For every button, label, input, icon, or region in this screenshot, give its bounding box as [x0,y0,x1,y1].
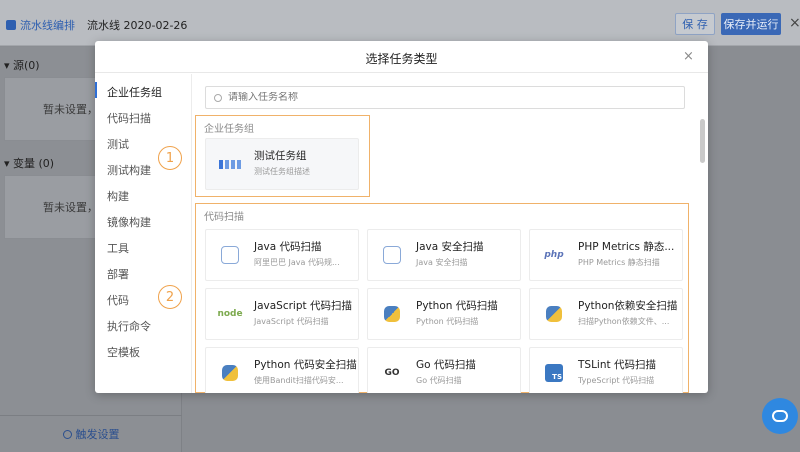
task-card-desc: Python 代码扫描 [416,317,479,326]
category-execute-command[interactable]: 执行命令 [107,318,151,334]
annotation-marker-1: 1 [158,146,182,170]
task-card-name: TSLint 代码扫描 [578,359,656,371]
node-icon: node [217,309,243,319]
search-icon [214,93,222,102]
trigger-settings-button[interactable]: 触发设置 [0,415,182,452]
python-icon [381,303,403,325]
save-and-run-button[interactable]: 保存并运行 [721,13,781,35]
task-card[interactable]: GO Go 代码扫描 Go 代码扫描 [367,347,521,393]
close-icon[interactable]: × [789,15,800,31]
category-test[interactable]: 测试 [107,136,129,152]
task-card-name: Python 代码安全扫描 [254,359,357,371]
task-card-name: Python依赖安全扫描 [578,300,678,312]
save-button[interactable]: 保 存 [675,13,715,35]
task-card-name: Python 代码扫描 [416,300,498,312]
task-card[interactable]: Python 代码安全扫描 使用Bandit扫描代码安... [205,347,359,393]
go-icon: GO [384,368,400,378]
task-card-name: 测试任务组 [254,150,307,162]
scrollbar[interactable] [700,119,705,163]
task-card[interactable]: php PHP Metrics 静态... PHP Metrics 静态扫描 [529,229,683,281]
task-card[interactable]: Java 安全扫描 Java 安全扫描 [367,229,521,281]
dialog-close-icon[interactable]: × [683,49,694,64]
task-card-desc: TypeScript 代码扫描 [578,376,655,385]
task-search-box[interactable] [205,86,685,109]
pipeline-icon [6,20,16,30]
category-build[interactable]: 构建 [107,188,129,204]
active-indicator [95,82,97,98]
task-card-desc: PHP Metrics 静态扫描 [578,258,660,267]
category-test-build[interactable]: 测试构建 [107,162,151,178]
task-card[interactable]: Python依赖安全扫描 扫描Python依赖文件、... [529,288,683,340]
chat-bubble-icon [772,410,788,422]
group-title-enterprise: 企业任务组 [204,124,254,135]
task-card-desc: 测试任务组描述 [254,167,310,176]
task-card[interactable]: TS TSLint 代码扫描 TypeScript 代码扫描 [529,347,683,393]
php-icon: php [544,250,564,260]
category-enterprise-group[interactable]: 企业任务组 [107,84,162,100]
task-card[interactable]: Java 代码扫描 阿里巴巴 Java 代码规... [205,229,359,281]
clock-icon [62,429,72,439]
variable-section-title[interactable]: ▾ 变量 (0) [4,155,54,171]
task-search-input[interactable] [228,92,668,103]
category-code[interactable]: 代码 [107,292,129,308]
dialog-header: 选择任务类型 × [95,41,708,73]
dialog-title: 选择任务类型 [365,52,438,66]
group-title-code-scan: 代码扫描 [204,212,244,223]
python-icon [219,362,241,384]
top-bar: 流水线编排 流水线 2020-02-26 保 存 保存并运行 × [0,0,800,46]
select-task-type-dialog: 选择任务类型 × 企业任务组 代码扫描 测试 测试构建 构建 镜像构建 工具 部… [95,41,708,393]
java-icon [219,244,241,266]
task-card-desc: Go 代码扫描 [416,376,462,385]
category-tools[interactable]: 工具 [107,240,129,256]
python-icon [543,303,565,325]
task-card-name: Go 代码扫描 [416,359,476,371]
annotation-marker-2: 2 [158,285,182,309]
task-card[interactable]: Python 代码扫描 Python 代码扫描 [367,288,521,340]
task-card-name: PHP Metrics 静态... [578,241,675,253]
category-image-build[interactable]: 镜像构建 [107,214,151,230]
grid-icon [219,153,241,175]
breadcrumb: 流水线编排 流水线 2020-02-26 [6,17,187,33]
task-card-name: Java 代码扫描 [254,241,322,253]
task-card-desc: 使用Bandit扫描代码安... [254,376,344,385]
task-card[interactable]: 测试任务组 测试任务组描述 [205,138,359,190]
chat-button[interactable] [762,398,798,434]
pipeline-name: 流水线 2020-02-26 [87,19,188,32]
category-blank-template[interactable]: 空模板 [107,344,140,360]
task-card-desc: Java 安全扫描 [416,258,468,267]
source-section-title[interactable]: ▾ 源(0) [4,57,40,73]
task-card-desc: JavaScript 代码扫描 [254,317,329,326]
typescript-icon-label: TS [545,364,563,382]
category-sidebar: 企业任务组 代码扫描 测试 测试构建 构建 镜像构建 工具 部署 代码 执行命令… [95,74,192,393]
java-icon [381,244,403,266]
typescript-icon: TS [543,362,565,384]
category-code-scan[interactable]: 代码扫描 [107,110,151,126]
task-card-name: JavaScript 代码扫描 [254,300,352,312]
task-card-desc: 扫描Python依赖文件、... [578,317,670,326]
breadcrumb-link[interactable]: 流水线编排 [20,17,75,33]
task-card[interactable]: node JavaScript 代码扫描 JavaScript 代码扫描 [205,288,359,340]
category-deploy[interactable]: 部署 [107,266,129,282]
task-card-desc: 阿里巴巴 Java 代码规... [254,258,340,267]
task-card-name: Java 安全扫描 [416,241,484,253]
trigger-settings-label: 触发设置 [75,428,120,441]
